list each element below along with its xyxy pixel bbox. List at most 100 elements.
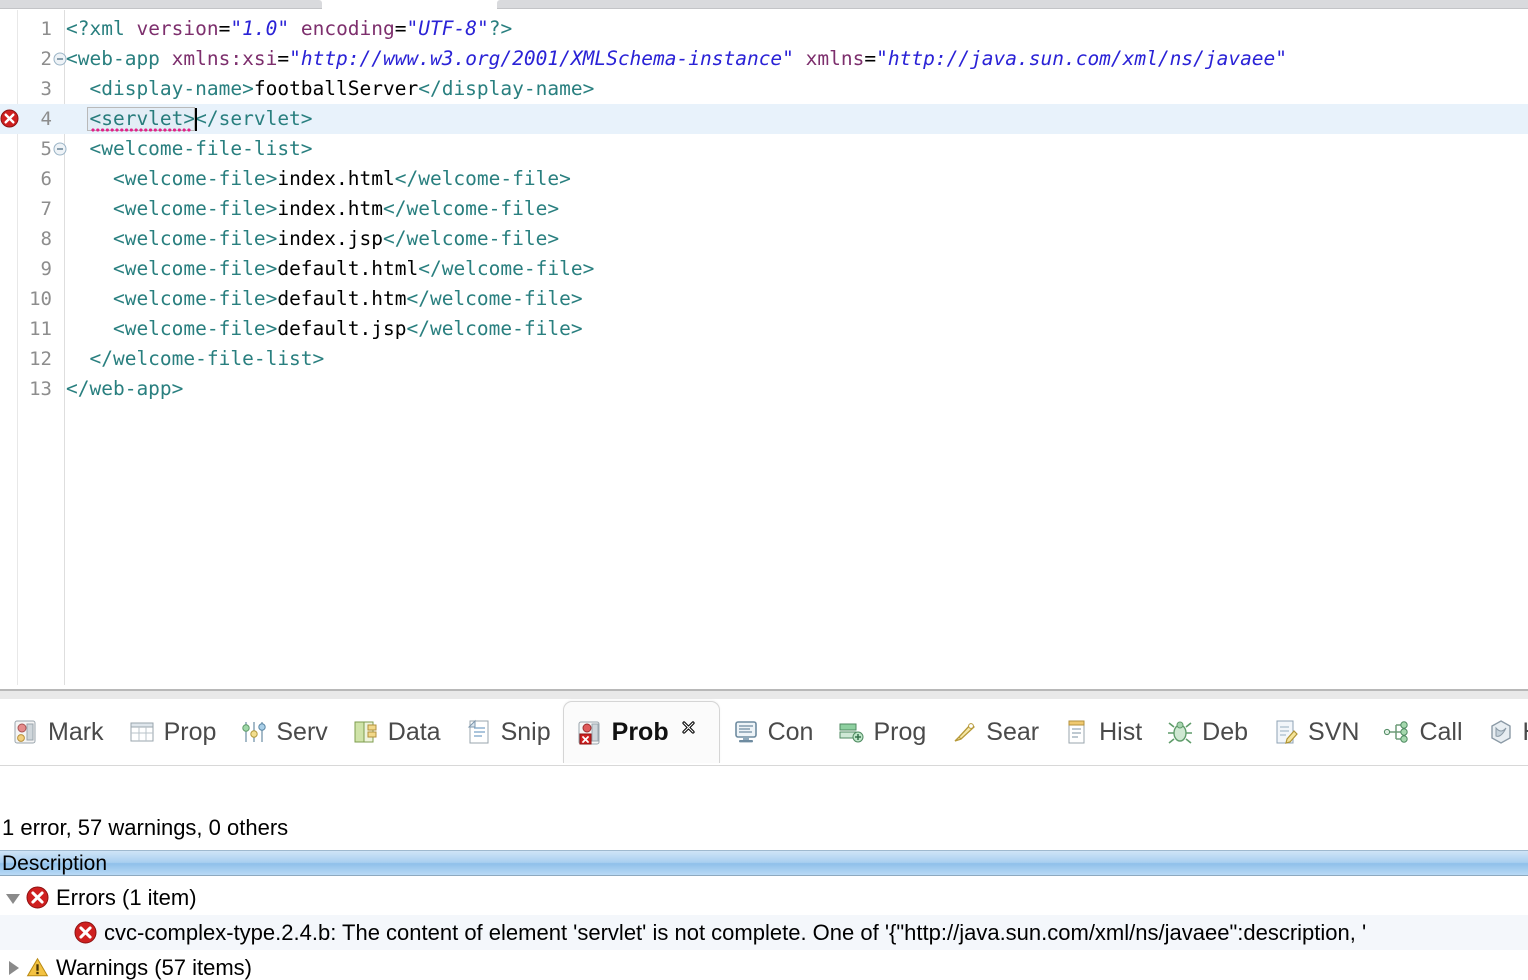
- editor-line[interactable]: 11 <welcome-file>default.jsp</welcome-fi…: [0, 314, 1528, 344]
- view-tab-underline: [0, 765, 1528, 766]
- view-tab-sear[interactable]: Sear: [938, 704, 1051, 760]
- view-tab-con[interactable]: Con: [720, 704, 826, 760]
- view-tab-label: Data: [387, 717, 441, 746]
- editor-panel-sash[interactable]: [0, 685, 1528, 699]
- view-tab-label: Serv: [276, 717, 328, 746]
- view-tab-prop[interactable]: Prop: [116, 704, 229, 760]
- line-number: 7: [40, 198, 52, 220]
- editor-line-text: <welcome-file>index.html</welcome-file>: [66, 167, 571, 190]
- view-tab-label: Hist: [1099, 717, 1143, 746]
- problems-row-label: Errors (1 item): [56, 884, 197, 910]
- view-tab-label: SVN: [1308, 717, 1360, 746]
- data-source-icon: [352, 718, 380, 746]
- editor-line[interactable]: 9 <welcome-file>default.html</welcome-fi…: [0, 254, 1528, 284]
- editor-line[interactable]: 8 <welcome-file>index.jsp</welcome-file>: [0, 224, 1528, 254]
- sash-line-body: [0, 691, 1528, 699]
- line-number: 1: [40, 18, 52, 40]
- problems-view: 1 error, 57 warnings, 0 others Descripti…: [0, 771, 1528, 980]
- problems-item-row[interactable]: cvc-complex-type.2.4.b: The content of e…: [0, 915, 1528, 950]
- editor-line-text: <welcome-file-list>: [66, 137, 313, 160]
- xml-editor[interactable]: 1 <?xml version="1.0" encoding="UTF-8"?> 2…: [0, 10, 1528, 685]
- close-icon[interactable]: [681, 720, 707, 746]
- line-number: 5: [40, 138, 52, 160]
- line-number: 4: [40, 108, 52, 130]
- problems-column-header[interactable]: Description: [0, 850, 1528, 876]
- column-header-description: Description: [2, 852, 108, 875]
- view-tab-prog[interactable]: Prog: [825, 704, 938, 760]
- view-tab-bar: Mark Prop Serv Data Snip Prob Con Prog Sear Hist D…: [0, 699, 1528, 771]
- line-number: 11: [29, 318, 52, 340]
- call-hierarchy-icon: [1383, 718, 1411, 746]
- view-tab-hist[interactable]: Hist: [1051, 704, 1154, 760]
- view-tab-label: Hib: [1523, 718, 1528, 747]
- editor-line[interactable]: 3 <display-name>footballServer</display-…: [0, 74, 1528, 104]
- line-number: 8: [40, 228, 52, 250]
- view-tab-label: Mark: [48, 717, 104, 746]
- editor-line-text: <web-app xmlns:xsi="http://www.w3.org/20…: [66, 47, 1288, 70]
- view-tab-mark[interactable]: Mark: [0, 704, 116, 760]
- editor-line[interactable]: 6 <welcome-file>index.html</welcome-file…: [0, 164, 1528, 194]
- editor-line[interactable]: 13 </web-app>: [0, 374, 1528, 404]
- editor-line-text: <welcome-file>default.jsp</welcome-file>: [66, 317, 583, 340]
- view-tab-label: Con: [767, 717, 814, 746]
- view-tab-label: Sear: [986, 717, 1040, 746]
- editor-tab-left[interactable]: [0, 0, 322, 9]
- view-tab-prob[interactable]: Prob: [562, 701, 720, 763]
- editor-line[interactable]: 2 <web-app xmlns:xsi="http://www.w3.org/2…: [0, 44, 1528, 74]
- problems-group-row[interactable]: Errors (1 item): [0, 880, 1528, 915]
- problems-row-label: Warnings (57 items): [56, 954, 253, 980]
- warning-icon: [26, 956, 50, 980]
- editor-line-text: </welcome-file-list>: [66, 347, 325, 370]
- view-tab-label: Prop: [163, 717, 217, 746]
- view-tab-label: Prog: [873, 717, 927, 746]
- editor-line[interactable]: 1 <?xml version="1.0" encoding="UTF-8"?>: [0, 14, 1528, 44]
- line-number: 10: [29, 288, 52, 310]
- editor-line[interactable]: 12 </welcome-file-list>: [0, 344, 1528, 374]
- editor-line[interactable]: 10 <welcome-file>default.htm</welcome-fi…: [0, 284, 1528, 314]
- editor-tab-right[interactable]: [497, 0, 1528, 9]
- editor-line[interactable]: 7 <welcome-file>index.htm</welcome-file>: [0, 194, 1528, 224]
- problems-summary: 1 error, 57 warnings, 0 others: [2, 815, 289, 840]
- view-tab-svn[interactable]: SVN: [1260, 704, 1371, 760]
- view-tab-label: Deb: [1202, 717, 1249, 746]
- markers-icon: [12, 718, 40, 746]
- view-tab-serv[interactable]: Serv: [228, 704, 339, 760]
- history-icon: [1063, 718, 1091, 746]
- view-tab-list: Mark Prop Serv Data Snip Prob Con Prog Sear Hist D…: [0, 699, 1528, 765]
- editor-line-text: <?xml version="1.0" encoding="UTF-8"?>: [66, 17, 513, 40]
- editor-tab-strip: [0, 0, 1528, 10]
- view-tab-call[interactable]: Call: [1371, 704, 1474, 760]
- editor-line[interactable]: 5 <welcome-file-list>: [0, 134, 1528, 164]
- problems-group-row[interactable]: Warnings (57 items): [0, 950, 1528, 980]
- view-tab-snip[interactable]: Snip: [453, 704, 563, 760]
- view-tab-label: Snip: [500, 717, 551, 746]
- editor-line-text: <display-name>footballServer</display-na…: [66, 77, 595, 100]
- line-number: 2: [40, 48, 52, 70]
- problems-row-label: cvc-complex-type.2.4.b: The content of e…: [104, 919, 1367, 945]
- fold-collapse-icon[interactable]: [53, 52, 67, 66]
- view-tab-label: Call: [1419, 717, 1463, 746]
- error-marker-icon[interactable]: [0, 109, 19, 128]
- text-caret: [194, 108, 197, 131]
- debug-icon: [1166, 718, 1194, 746]
- snippets-icon: [465, 718, 493, 746]
- editor-line-text: <welcome-file>index.jsp</welcome-file>: [66, 227, 560, 250]
- error-icon: [74, 921, 98, 945]
- line-number: 13: [29, 378, 52, 400]
- twisty-expanded-icon[interactable]: [0, 880, 26, 915]
- view-tab-data[interactable]: Data: [340, 704, 453, 760]
- fold-collapse-icon[interactable]: [53, 142, 67, 156]
- progress-icon: [837, 718, 865, 746]
- line-number: 3: [40, 78, 52, 100]
- view-tab-hib[interactable]: Hib: [1475, 704, 1528, 760]
- view-tab-deb[interactable]: Deb: [1154, 704, 1260, 760]
- line-number: 9: [40, 258, 52, 280]
- editor-line[interactable]: 4 <servlet></servlet>: [0, 104, 1528, 134]
- servers-icon: [240, 718, 268, 746]
- search-icon: [950, 718, 978, 746]
- twisty-collapsed-icon[interactable]: [0, 950, 26, 980]
- line-number: 12: [29, 348, 52, 370]
- view-tab-label: Prob: [611, 718, 669, 746]
- error-icon: [26, 886, 50, 910]
